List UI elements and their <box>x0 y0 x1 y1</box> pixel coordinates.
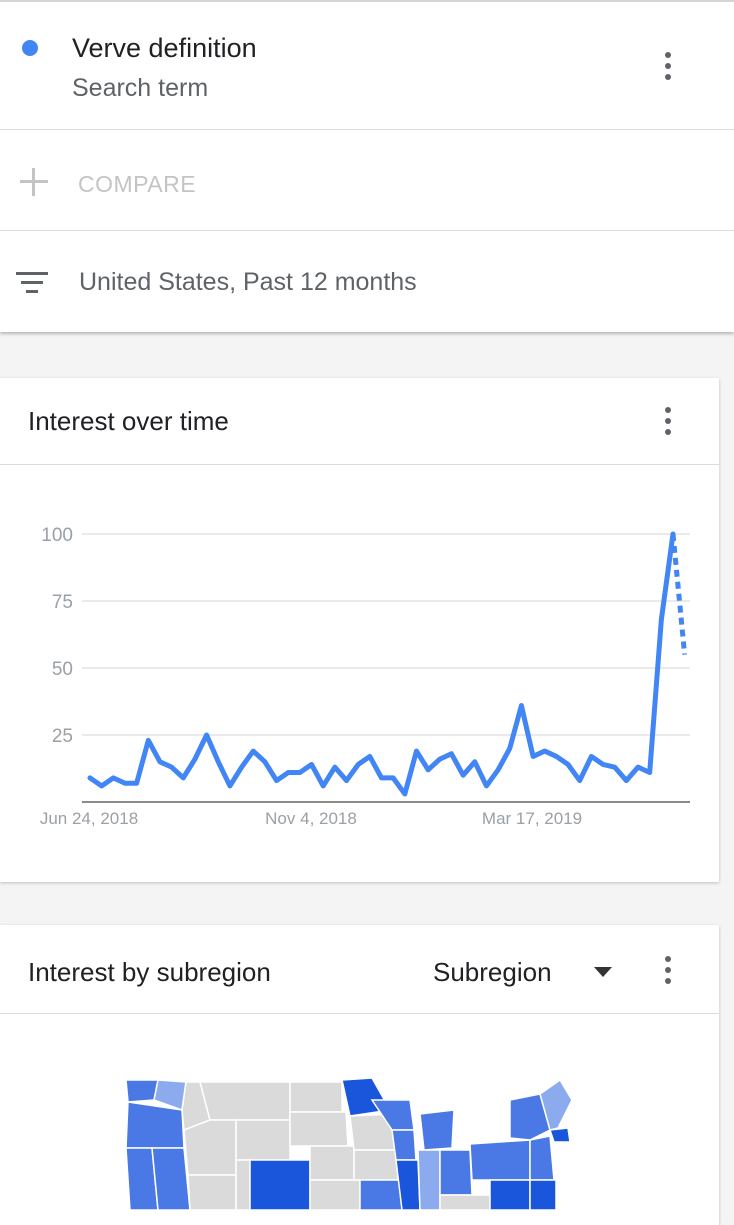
map-region <box>199 1081 291 1121</box>
search-term-title[interactable]: Verve definition <box>72 33 257 64</box>
chevron-down-icon[interactable] <box>594 967 612 977</box>
y-tick-label: 100 <box>41 525 73 546</box>
add-icon[interactable] <box>20 168 48 196</box>
interest-by-subregion-more-icon[interactable] <box>656 950 680 990</box>
divider <box>0 1013 719 1014</box>
y-tick-label: 75 <box>52 592 73 613</box>
interest-over-time-card: Interest over time 25 50 75 100 Jun 24, 2018… <box>0 378 719 882</box>
map-region <box>235 1119 291 1161</box>
map-region <box>489 1179 531 1210</box>
series-color-dot <box>22 40 38 56</box>
map-region <box>235 1159 251 1210</box>
map-region <box>439 1149 473 1196</box>
map-region <box>183 1119 237 1176</box>
y-tick-label: 25 <box>52 726 73 747</box>
interest-over-time-more-icon[interactable] <box>656 401 680 441</box>
series-partial-line <box>670 533 688 655</box>
map-region <box>469 1139 531 1181</box>
filter-icon[interactable] <box>16 270 48 296</box>
map-region <box>359 1179 403 1210</box>
divider <box>0 464 719 465</box>
map-region <box>439 1194 491 1210</box>
map-region <box>548 1127 571 1143</box>
map-region <box>153 1079 187 1112</box>
map-region <box>353 1149 399 1181</box>
subregion-dropdown[interactable]: Subregion <box>433 957 552 988</box>
series-line <box>87 531 676 797</box>
divider <box>0 129 734 130</box>
map-region <box>309 1145 355 1181</box>
map-region <box>289 1081 343 1113</box>
map-region <box>391 1129 417 1161</box>
x-tick-label: Mar 17, 2019 <box>482 809 582 828</box>
y-tick-label: 50 <box>52 659 73 680</box>
divider <box>0 230 734 231</box>
map-region <box>309 1179 361 1210</box>
search-term-more-icon[interactable] <box>656 46 680 86</box>
map-region <box>417 1149 441 1210</box>
search-term-subtitle: Search term <box>72 74 209 102</box>
map-region <box>187 1174 237 1210</box>
filter-summary[interactable]: United States, Past 12 months <box>79 268 417 297</box>
x-tick-label: Nov 4, 2018 <box>265 809 357 828</box>
map-region <box>151 1147 191 1210</box>
search-term-panel: Verve definition Search term COMPARE Uni… <box>0 0 734 332</box>
map-region <box>249 1159 311 1210</box>
map-region <box>419 1109 455 1151</box>
us-map <box>125 1077 573 1210</box>
map-region <box>529 1179 557 1210</box>
interest-by-subregion-card: Interest by subregion Subregion <box>0 925 719 1225</box>
map-region <box>289 1111 349 1147</box>
interest-by-subregion-title: Interest by subregion <box>28 957 271 987</box>
map-region <box>529 1135 555 1181</box>
compare-button[interactable]: COMPARE <box>78 171 196 198</box>
map-region <box>125 1101 185 1149</box>
interest-over-time-title: Interest over time <box>28 406 229 436</box>
map-region <box>125 1079 159 1103</box>
interest-line-chart: 25 50 75 100 Jun 24, 2018 Nov 4, 2018 Mar 17, … <box>40 525 690 828</box>
x-tick-label: Jun 24, 2018 <box>40 809 138 828</box>
